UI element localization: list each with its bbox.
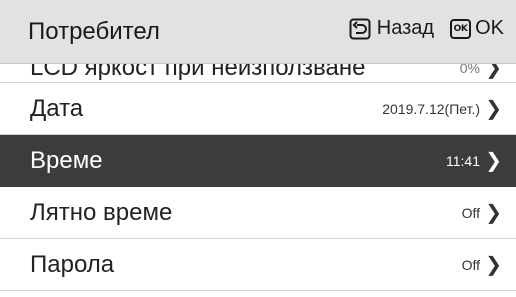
back-label: Назад bbox=[376, 17, 435, 39]
list-item-label: Време bbox=[30, 146, 103, 174]
header-bar: Потребител Назад OK OK bbox=[0, 0, 516, 64]
list-item-time[interactable]: Време 11:41 ❯ bbox=[0, 135, 516, 187]
list-item-label: Парола bbox=[30, 250, 115, 278]
chevron-right-icon: ❯ bbox=[485, 201, 502, 224]
list-item-label: Дата bbox=[30, 94, 84, 122]
screen: Потребител Назад OK OK LCD яркост при не… bbox=[0, 0, 516, 297]
list-item-value: 2019.7.12(Пет.) bbox=[382, 100, 480, 117]
ok-label: OK bbox=[475, 17, 504, 39]
back-button[interactable]: Назад bbox=[349, 17, 434, 40]
chevron-right-icon: ❯ bbox=[485, 149, 502, 172]
header-actions: Назад OK OK bbox=[349, 17, 504, 40]
back-icon bbox=[349, 18, 371, 39]
list-item-value: 11:41 bbox=[446, 152, 480, 169]
ok-icon: OK bbox=[450, 18, 472, 39]
page-title: Потребител bbox=[28, 18, 160, 45]
list-item-password[interactable]: Парола Off ❯ bbox=[0, 239, 516, 291]
list-item-label: Лятно време bbox=[30, 198, 173, 226]
list-item-date[interactable]: Дата 2019.7.12(Пет.) ❯ bbox=[0, 83, 516, 135]
settings-list: LCD яркост при неизползване 0% ❯ Дата 20… bbox=[0, 36, 516, 291]
list-item-daylight-saving[interactable]: Лятно време Off ❯ bbox=[0, 187, 516, 239]
chevron-right-icon: ❯ bbox=[485, 253, 502, 276]
chevron-right-icon: ❯ bbox=[485, 97, 502, 120]
list-item-value: Off bbox=[461, 256, 480, 273]
ok-button[interactable]: OK OK bbox=[434, 17, 504, 40]
list-item-value: Off bbox=[461, 204, 480, 221]
